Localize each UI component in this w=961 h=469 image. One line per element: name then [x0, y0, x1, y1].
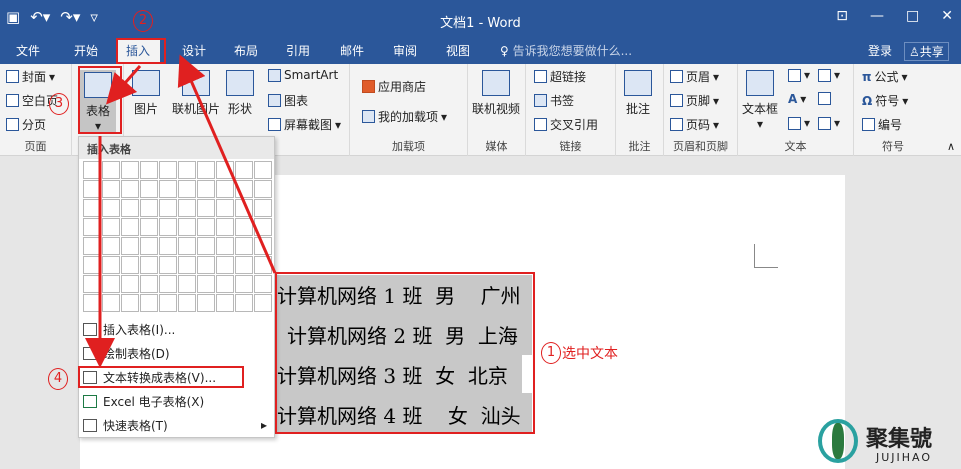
logo-text-cn: 聚集號	[866, 427, 933, 452]
logo-mark-inner	[832, 423, 844, 459]
logo-text-en: JUJIHAO	[876, 451, 933, 464]
annotation-arrows	[85, 54, 277, 368]
jujihao-logo: 聚集號 JUJIHAO	[818, 415, 958, 469]
arrow-to-table-button	[106, 65, 142, 105]
arrow-to-insert-tab	[177, 54, 277, 274]
